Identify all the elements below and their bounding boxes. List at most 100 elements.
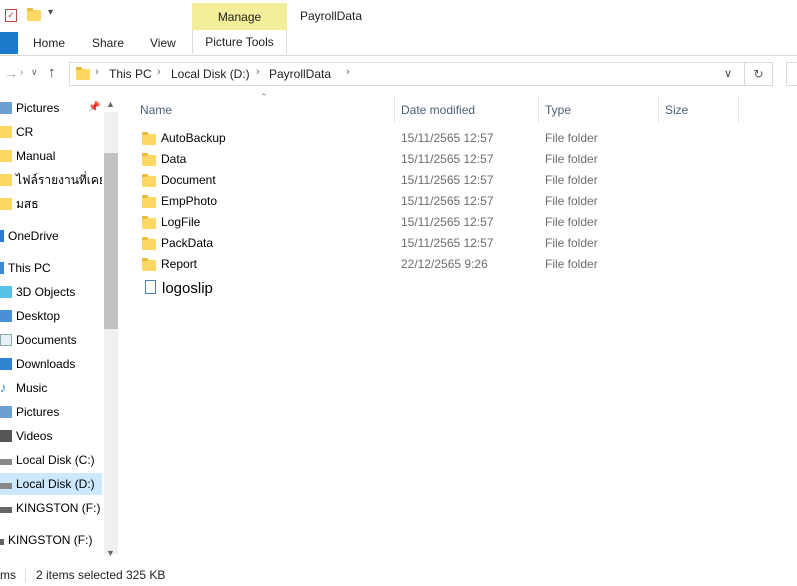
usb-drive-icon [0,538,4,545]
status-selected-size: 325 KB [126,568,166,582]
nav-item-kingston-f[interactable]: KINGSTON (F:) [0,497,102,519]
folder-icon [0,197,12,210]
crumb-separator-icon[interactable]: › [346,66,350,78]
folder-icon [0,125,12,138]
column-divider[interactable] [538,96,539,122]
file-name: LogFile [161,215,201,229]
nav-item-stou[interactable]: มสธ [0,193,102,215]
nav-item-videos[interactable]: Videos [0,425,102,447]
manage-contextual-tab[interactable]: Manage [192,3,287,32]
nav-item-documents[interactable]: Documents [0,329,102,351]
folder-icon [142,195,156,211]
nav-item-kingston-f-root[interactable]: KINGSTON (F:) [0,529,102,551]
nav-item-local-disk-d[interactable]: Local Disk (D:) [0,473,102,495]
file-type: File folder [545,215,598,229]
file-name: Report [161,257,198,271]
nav-label: This PC [8,261,51,275]
crumb-this-pc[interactable]: This PC [109,67,152,81]
up-button[interactable]: ↑ [48,64,56,81]
tab-view[interactable]: View [150,36,176,50]
quick-access-newfolder-icon[interactable] [27,8,41,24]
pictures-icon [0,101,12,114]
file-date: 15/11/2565 12:57 [401,215,494,229]
nav-label: Local Disk (D:) [16,477,95,491]
status-selected-count: 2 items selected [36,568,123,582]
file-row[interactable]: Data 15/11/2565 12:57 File folder [138,149,738,170]
videos-icon [0,429,12,442]
nav-label: มสธ [16,197,39,211]
file-row[interactable]: EmpPhoto 15/11/2565 12:57 File folder [138,191,738,212]
address-dropdown-icon[interactable]: ∨ [724,67,732,80]
nav-scrollbar-thumb[interactable] [104,153,118,329]
tab-home[interactable]: Home [33,36,65,50]
file-type: File folder [545,236,598,250]
column-divider[interactable] [658,96,659,122]
column-header-date-modified[interactable]: Date modified [401,103,475,117]
quick-access-dropdown-icon[interactable]: ▾ [48,7,53,18]
crumb-separator-icon[interactable]: › [95,66,99,78]
file-date: 15/11/2565 12:57 [401,152,494,166]
nav-label: KINGSTON (F:) [16,501,101,515]
crumb-separator-icon[interactable]: › [256,66,260,78]
nav-scroll-down-icon[interactable]: ▼ [106,548,115,558]
file-date: 15/11/2565 12:57 [401,236,494,250]
column-header-name[interactable]: Name [140,103,172,117]
nav-item-onedrive[interactable]: OneDrive [0,225,102,247]
refresh-button[interactable]: ↻ [745,62,773,86]
nav-scroll-up-icon[interactable]: ▲ [106,99,115,109]
file-date: 15/11/2565 12:57 [401,131,494,145]
nav-item-3d-objects[interactable]: 3D Objects [0,281,102,303]
forward-chevron-icon[interactable]: › [20,67,23,78]
nav-label: 3D Objects [16,285,76,299]
column-divider[interactable] [738,96,739,122]
tab-picture-tools[interactable]: Picture Tools [192,30,287,54]
nav-label: Desktop [16,309,61,323]
nav-label: KINGSTON (F:) [8,533,93,547]
status-item-count: ms [0,568,16,582]
nav-item-desktop[interactable]: Desktop [0,305,102,327]
nav-label: ไฟล์รายงานที่เคยใช้ [16,173,102,187]
crumb-separator-icon[interactable]: › [157,66,161,78]
tab-share[interactable]: Share [92,36,124,50]
nav-item-pictures-quick[interactable]: Pictures [0,97,102,119]
file-name: AutoBackup [161,131,226,145]
column-header-type[interactable]: Type [545,103,571,117]
column-divider[interactable] [394,96,395,122]
folder-icon [142,237,156,253]
3d-objects-icon [0,285,12,298]
recent-dropdown-icon[interactable]: ∨ [31,67,38,78]
file-row[interactable]: LogFile 15/11/2565 12:57 File folder [138,212,738,233]
file-row[interactable]: AutoBackup 15/11/2565 12:57 File folder [138,128,738,149]
nav-item-pictures[interactable]: Pictures [0,401,102,423]
column-header-size[interactable]: Size [665,103,688,117]
nav-label: Local Disk (C:) [16,453,95,467]
file-date: 15/11/2565 12:57 [401,173,494,187]
file-tab[interactable] [0,32,18,54]
file-date: 15/11/2565 12:57 [401,194,494,208]
folder-icon [142,258,156,274]
music-icon: ♪ [0,379,7,395]
nav-label: Documents [16,333,77,347]
nav-item-local-disk-c[interactable]: Local Disk (C:) [0,449,102,471]
search-input[interactable] [786,62,797,86]
nav-item-this-pc[interactable]: This PC [0,257,102,279]
nav-item-thai-reports[interactable]: ไฟล์รายงานที่เคยใช้ [0,169,102,191]
nav-item-downloads[interactable]: Downloads [0,353,102,375]
drive-icon [0,458,12,465]
file-row[interactable]: Document 15/11/2565 12:57 File folder [138,170,738,191]
quick-access-properties-icon[interactable]: ✓ [5,9,17,22]
usb-drive-icon [0,506,12,513]
file-name: PackData [161,236,214,250]
nav-label: OneDrive [8,229,59,243]
back-button[interactable]: → [4,65,18,81]
file-name: Data [161,152,187,166]
nav-item-music[interactable]: ♪ Music [0,377,102,399]
nav-label: CR [16,125,34,139]
crumb-payrolldata[interactable]: PayrollData [269,67,331,81]
nav-item-cr[interactable]: CR [0,121,102,143]
nav-item-manual[interactable]: Manual [0,145,102,167]
crumb-local-disk-d[interactable]: Local Disk (D:) [171,67,250,81]
file-name-logoslip[interactable]: logoslip [162,280,213,297]
file-row[interactable]: Report 22/12/2565 9:26 File folder [138,254,738,275]
file-row[interactable]: PackData 15/11/2565 12:57 File folder [138,233,738,254]
